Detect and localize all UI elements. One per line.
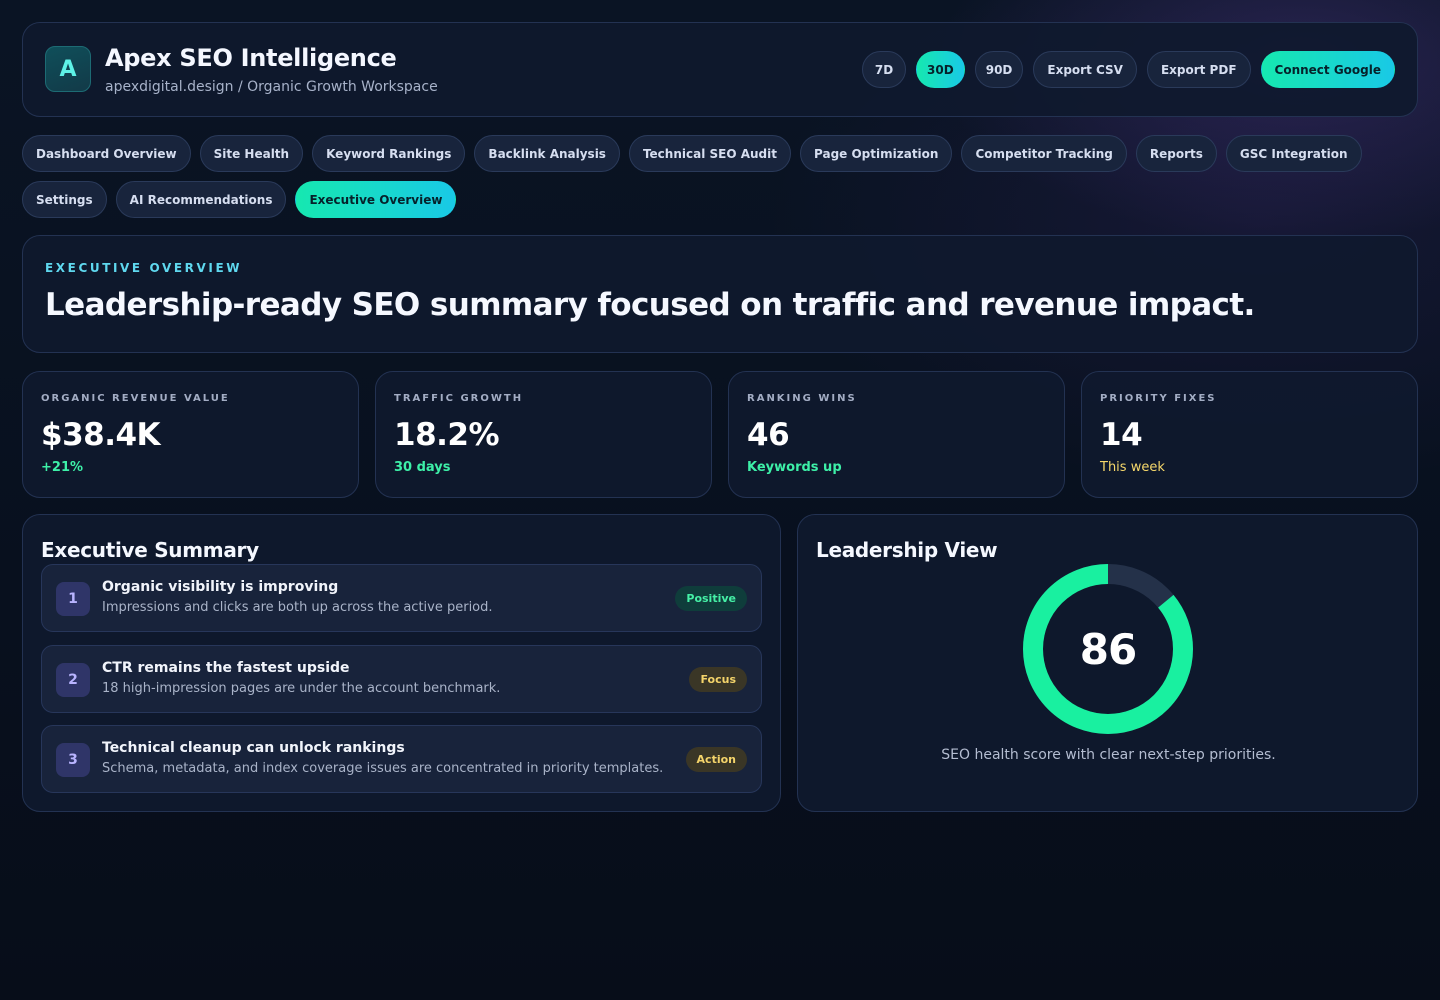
summary-item-number: 3 xyxy=(56,743,90,777)
hero-banner: EXECUTIVE OVERVIEW Leadership-ready SEO … xyxy=(22,235,1418,353)
kpi-card-priority-fixes: PRIORITY FIXES 14 This week xyxy=(1081,371,1418,498)
status-badge: Positive xyxy=(675,586,747,611)
kpi-label: PRIORITY FIXES xyxy=(1100,393,1217,404)
kpi-delta: Keywords up xyxy=(747,460,842,475)
section-eyebrow: EXECUTIVE OVERVIEW xyxy=(45,261,243,275)
summary-item: 2 CTR remains the fastest upside 18 high… xyxy=(41,645,762,713)
connect-google-button[interactable]: Connect Google xyxy=(1260,51,1395,88)
leadership-title: Leadership View xyxy=(816,538,998,562)
page-title: Leadership-ready SEO summary focused on … xyxy=(45,287,1255,323)
export-pdf-button[interactable]: Export PDF xyxy=(1146,51,1251,88)
app-title: Apex SEO Intelligence xyxy=(105,44,397,72)
tab-settings[interactable]: Settings xyxy=(22,181,107,218)
summary-item: 1 Organic visibility is improving Impres… xyxy=(41,564,762,632)
summary-item-number: 1 xyxy=(56,582,90,616)
tab-backlink-analysis[interactable]: Backlink Analysis xyxy=(474,135,620,172)
summary-item-description: Schema, metadata, and index coverage iss… xyxy=(102,761,664,776)
tab-technical-seo-audit[interactable]: Technical SEO Audit xyxy=(628,135,791,172)
main-nav: Dashboard Overview Site Health Keyword R… xyxy=(22,135,1418,218)
tab-reports[interactable]: Reports xyxy=(1135,135,1217,172)
kpi-value: 46 xyxy=(747,417,790,453)
app-header: A Apex SEO Intelligence apexdigital.desi… xyxy=(22,22,1418,117)
summary-item-description: Impressions and clicks are both up acros… xyxy=(102,600,493,615)
kpi-value: $38.4K xyxy=(41,417,161,453)
tab-site-health[interactable]: Site Health xyxy=(199,135,304,172)
workspace-subtitle: apexdigital.design / Organic Growth Work… xyxy=(105,79,438,95)
range-7d-button[interactable]: 7D xyxy=(862,51,907,88)
kpi-value: 18.2% xyxy=(394,417,500,453)
kpi-delta: This week xyxy=(1100,460,1165,475)
kpi-card-traffic: TRAFFIC GROWTH 18.2% 30 days xyxy=(375,371,712,498)
summary-item-number: 2 xyxy=(56,663,90,697)
tab-executive-overview[interactable]: Executive Overview xyxy=(295,181,457,218)
status-badge: Action xyxy=(685,747,747,772)
executive-summary-panel: Executive Summary 1 Organic visibility i… xyxy=(22,514,781,812)
kpi-delta: 30 days xyxy=(394,460,451,475)
range-30d-button[interactable]: 30D xyxy=(916,51,965,88)
tab-dashboard-overview[interactable]: Dashboard Overview xyxy=(22,135,191,172)
tab-competitor-tracking[interactable]: Competitor Tracking xyxy=(961,135,1127,172)
kpi-value: 14 xyxy=(1100,417,1143,453)
tab-keyword-rankings[interactable]: Keyword Rankings xyxy=(312,135,466,172)
status-badge: Focus xyxy=(689,667,747,692)
summary-item-description: 18 high-impression pages are under the a… xyxy=(102,681,501,696)
range-90d-button[interactable]: 90D xyxy=(974,51,1024,88)
summary-title: Executive Summary xyxy=(41,538,259,562)
health-score-value: 86 xyxy=(1079,624,1137,674)
leadership-view-panel: Leadership View 86 SEO health score with… xyxy=(797,514,1418,812)
kpi-label: TRAFFIC GROWTH xyxy=(394,393,524,404)
app-logo: A xyxy=(45,46,91,92)
summary-item-title: Organic visibility is improving xyxy=(102,579,339,595)
tab-ai-recommendations[interactable]: AI Recommendations xyxy=(115,181,287,218)
kpi-delta: +21% xyxy=(41,460,84,475)
health-score-caption: SEO health score with clear next-step pr… xyxy=(941,747,1276,763)
summary-item: 3 Technical cleanup can unlock rankings … xyxy=(41,725,762,793)
summary-item-title: Technical cleanup can unlock rankings xyxy=(102,740,405,756)
kpi-card-ranking-wins: RANKING WINS 46 Keywords up xyxy=(728,371,1065,498)
kpi-label: RANKING WINS xyxy=(747,393,857,404)
summary-item-title: CTR remains the fastest upside xyxy=(102,660,350,676)
export-csv-button[interactable]: Export CSV xyxy=(1033,51,1137,88)
kpi-label: ORGANIC REVENUE VALUE xyxy=(41,393,230,404)
kpi-card-revenue: ORGANIC REVENUE VALUE $38.4K +21% xyxy=(22,371,359,498)
tab-gsc-integration[interactable]: GSC Integration xyxy=(1225,135,1362,172)
header-actions: 7D 30D 90D Export CSV Export PDF Connect… xyxy=(862,51,1395,88)
tab-page-optimization[interactable]: Page Optimization xyxy=(800,135,953,172)
